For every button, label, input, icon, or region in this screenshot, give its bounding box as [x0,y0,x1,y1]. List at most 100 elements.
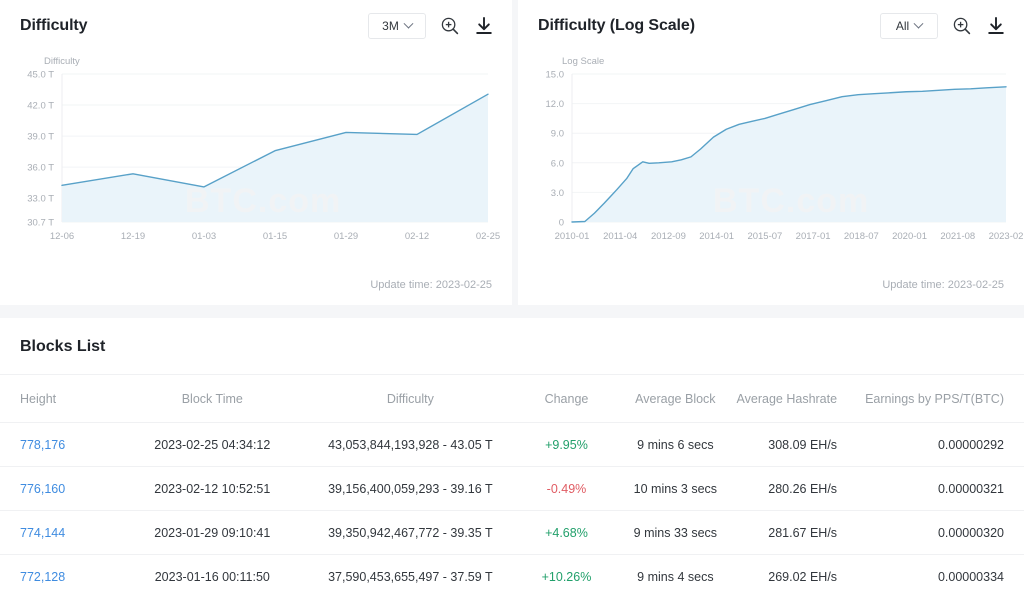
difficulty-log-chart-card: Difficulty (Log Scale) All [518,0,1024,305]
cell-earnings: 0.00000292 [865,423,1024,467]
blocks-table: Height Block Time Difficulty Change Aver… [0,375,1024,593]
y-axis-tick-label: 45.0 T [27,70,54,81]
y-axis-tick-label: 30.7 T [27,218,54,229]
cell-average-block: 9 mins 33 secs [616,511,736,555]
range-select-label: All [896,19,909,33]
cell-average-hashrate: 308.09 EH/s [735,423,865,467]
cell-height[interactable]: 778,176 [0,423,121,467]
difficulty-chart-card: Difficulty 3M [0,0,512,305]
chart-title: Difficulty [20,17,87,35]
x-axis-tick-label: 2014-01 [699,231,734,242]
cell-height[interactable]: 772,128 [0,555,121,593]
y-axis-name: Log Scale [562,56,604,67]
chevron-down-icon [914,18,924,28]
column-header-average-hashrate: Average Hashrate [735,375,865,423]
x-axis-tick-label: 2021-08 [940,231,975,242]
cell-difficulty: 37,590,453,655,497 - 37.59 T [303,555,517,593]
cell-block-time: 2023-02-12 10:52:51 [121,467,303,511]
cell-block-time: 2023-01-29 09:10:41 [121,511,303,555]
y-axis-tick-label: 33.0 T [27,194,54,205]
table-row: 774,1442023-01-29 09:10:4139,350,942,467… [0,511,1024,555]
range-select-label: 3M [382,19,399,33]
table-row: 776,1602023-02-12 10:52:5139,156,400,059… [0,467,1024,511]
cell-average-hashrate: 280.26 EH/s [735,467,865,511]
x-axis-tick-label: 2015-07 [747,231,782,242]
x-axis-tick-label: 01-03 [192,231,216,242]
x-axis-tick-label: 2023-02 [989,231,1024,242]
chart-plot-area: Difficulty BTC.com 30.7 T33.0 T36.0 T39.… [0,52,512,262]
y-axis-tick-label: 36.0 T [27,163,54,174]
column-header-earnings: Earnings by PPS/T(BTC) [865,375,1024,423]
y-axis-tick-label: 39.0 T [27,132,54,143]
cell-difficulty: 39,350,942,467,772 - 39.35 T [303,511,517,555]
x-axis-tick-label: 2012-09 [651,231,686,242]
chart-tools: All [880,13,1006,39]
column-header-change: Change [517,375,615,423]
y-axis-tick-label: 6.0 [551,158,564,169]
chart-header: Difficulty 3M [0,0,512,52]
cell-change: -0.49% [517,467,615,511]
blocks-list-card: Blocks List Height Block Time Difficulty… [0,318,1024,593]
table-row: 772,1282023-01-16 00:11:5037,590,453,655… [0,555,1024,593]
y-axis-tick-label: 12.0 [546,99,565,110]
table-header-row: Height Block Time Difficulty Change Aver… [0,375,1024,423]
cell-average-hashrate: 269.02 EH/s [735,555,865,593]
cell-height[interactable]: 774,144 [0,511,121,555]
x-axis-tick-label: 01-15 [263,231,287,242]
column-header-height: Height [0,375,121,423]
x-axis-tick-label: 2011-04 [603,231,637,242]
x-axis-tick-label: 2020-01 [892,231,927,242]
y-axis-tick-label: 42.0 T [27,101,54,112]
cell-change: +9.95% [517,423,615,467]
update-time: Update time: 2023-02-25 [882,279,1004,291]
cell-earnings: 0.00000320 [865,511,1024,555]
chart-area-fill [572,87,1006,222]
cell-change: +4.68% [517,511,615,555]
table-row: 778,1762023-02-25 04:34:1243,053,844,193… [0,423,1024,467]
x-axis-tick-label: 02-25 [476,231,500,242]
chart-tools: 3M [368,13,494,39]
zoom-in-icon[interactable] [440,16,460,36]
y-axis-tick-label: 9.0 [551,129,564,140]
cell-difficulty: 43,053,844,193,928 - 43.05 T [303,423,517,467]
blocks-list-title: Blocks List [0,318,1024,375]
cell-average-block: 9 mins 4 secs [616,555,736,593]
download-icon[interactable] [474,16,494,36]
chart-title: Difficulty (Log Scale) [538,17,695,35]
cell-height[interactable]: 776,160 [0,467,121,511]
difficulty-line-chart: 30.7 T 33.0 T 36.0 T 39.0 T 42.0 T 45.0 T 12-0… [0,52,512,267]
charts-row: Difficulty 3M [0,0,1024,310]
cell-average-block: 10 mins 3 secs [616,467,736,511]
column-header-block-time: Block Time [121,375,303,423]
blocks-table-head: Height Block Time Difficulty Change Aver… [0,375,1024,423]
cell-change: +10.26% [517,555,615,593]
x-axis-tick-label: 01-29 [334,231,358,242]
cell-block-time: 2023-01-16 00:11:50 [121,555,303,593]
chevron-down-icon [403,18,413,28]
x-axis-tick-label: 2017-01 [796,231,831,242]
zoom-in-icon[interactable] [952,16,972,36]
difficulty-log-line-chart: 0 3.0 6.0 9.0 12.0 15.0 2010-01 2011-04 2012-09 2… [518,52,1024,267]
cell-average-block: 9 mins 6 secs [616,423,736,467]
x-axis-tick-label: 2018-07 [844,231,879,242]
download-icon[interactable] [986,16,1006,36]
chart-plot-area: Log Scale BTC.com 03.06.09.012.015.02010… [518,52,1024,262]
range-select-3m[interactable]: 3M [368,13,426,39]
x-axis-tick-label: 12-06 [50,231,74,242]
cell-average-hashrate: 281.67 EH/s [735,511,865,555]
x-axis-tick-label: 12-19 [121,231,145,242]
cell-earnings: 0.00000334 [865,555,1024,593]
x-axis-tick-label: 2010-01 [555,231,590,242]
y-axis-tick-label: 3.0 [551,188,564,199]
range-select-all[interactable]: All [880,13,938,39]
update-time: Update time: 2023-02-25 [370,279,492,291]
cell-earnings: 0.00000321 [865,467,1024,511]
column-header-difficulty: Difficulty [303,375,517,423]
y-axis-name: Difficulty [44,56,80,67]
y-axis-tick-label: 0 [559,218,564,229]
page-root: Difficulty 3M [0,0,1024,593]
y-axis-tick-label: 15.0 [546,70,565,81]
chart-header: Difficulty (Log Scale) All [518,0,1024,52]
x-axis-tick-label: 02-12 [405,231,429,242]
blocks-table-body: 778,1762023-02-25 04:34:1243,053,844,193… [0,423,1024,593]
